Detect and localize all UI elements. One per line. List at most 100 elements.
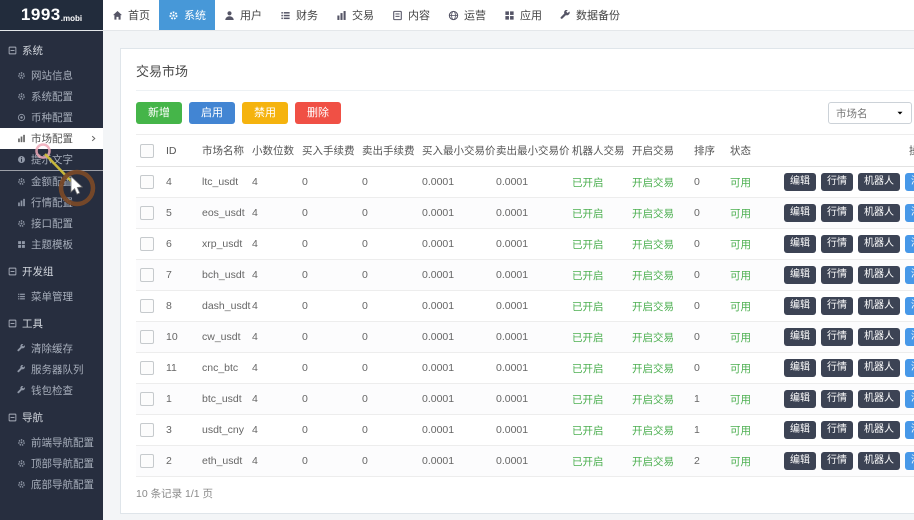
row-checkbox[interactable] (140, 206, 154, 220)
sidebar-item[interactable]: 底部导航配置 (0, 474, 103, 495)
row-actions: 编辑行情机器人清理订单 (784, 204, 914, 222)
row-checkbox[interactable] (140, 454, 154, 468)
logo[interactable]: 1993 .mobi (0, 0, 103, 30)
cell-buy-fee: 0 (298, 260, 358, 291)
checkbox-cell (136, 384, 162, 415)
edit-button[interactable]: 编辑 (784, 421, 816, 439)
row-checkbox[interactable] (140, 175, 154, 189)
sidebar-item[interactable]: 币种配置 (0, 107, 103, 128)
cell-trade: 开启交易 (628, 291, 690, 322)
edit-button[interactable]: 编辑 (784, 173, 816, 191)
logo-suffix: .mobi (61, 14, 82, 23)
enable-button[interactable]: 启用 (189, 102, 235, 124)
checkbox-cell (136, 446, 162, 477)
quote-button[interactable]: 行情 (821, 452, 853, 470)
robot-button[interactable]: 机器人 (858, 421, 900, 439)
clean-orders-button[interactable]: 清理订单 (905, 235, 914, 253)
clean-orders-button[interactable]: 清理订单 (905, 359, 914, 377)
robot-button[interactable]: 机器人 (858, 297, 900, 315)
quote-button[interactable]: 行情 (821, 173, 853, 191)
cell-name: eth_usdt (198, 446, 248, 477)
gear-icon (17, 438, 26, 447)
row-checkbox[interactable] (140, 299, 154, 313)
topnav-item-grid[interactable]: 应用 (495, 0, 551, 30)
edit-button[interactable]: 编辑 (784, 266, 816, 284)
sidebar-item[interactable]: 主题模板 (0, 234, 103, 255)
clean-orders-button[interactable]: 清理订单 (905, 297, 914, 315)
topnav-item-gear[interactable]: 系统 (159, 0, 215, 30)
clean-orders-button[interactable]: 清理订单 (905, 173, 914, 191)
row-checkbox[interactable] (140, 237, 154, 251)
topnav-item-user[interactable]: 用户 (215, 0, 271, 30)
sidebar-item[interactable]: 钱包检查 (0, 380, 103, 401)
delete-button[interactable]: 删除 (295, 102, 341, 124)
cell-trade: 开启交易 (628, 353, 690, 384)
clean-orders-button[interactable]: 清理订单 (905, 390, 914, 408)
quote-button[interactable]: 行情 (821, 421, 853, 439)
sidebar-item[interactable]: 清除缓存 (0, 338, 103, 359)
robot-button[interactable]: 机器人 (858, 452, 900, 470)
robot-button[interactable]: 机器人 (858, 235, 900, 253)
topnav-item-chart[interactable]: 交易 (327, 0, 383, 30)
robot-button[interactable]: 机器人 (858, 328, 900, 346)
sidebar-item[interactable]: 服务器队列 (0, 359, 103, 380)
quote-button[interactable]: 行情 (821, 266, 853, 284)
robot-button[interactable]: 机器人 (858, 204, 900, 222)
row-checkbox[interactable] (140, 423, 154, 437)
sidebar-item[interactable]: 金额配置 (0, 171, 103, 192)
row-checkbox[interactable] (140, 392, 154, 406)
table-row: 10cw_usdt4000.00010.0001已开启开启交易0可用编辑行情机器… (136, 322, 914, 353)
quote-button[interactable]: 行情 (821, 204, 853, 222)
quote-button[interactable]: 行情 (821, 297, 853, 315)
select-all-checkbox[interactable] (140, 144, 154, 158)
robot-button[interactable]: 机器人 (858, 390, 900, 408)
row-checkbox[interactable] (140, 361, 154, 375)
edit-button[interactable]: 编辑 (784, 359, 816, 377)
sidebar-section-title[interactable]: 导航 (0, 401, 103, 432)
sidebar-item[interactable]: 前端导航配置 (0, 432, 103, 453)
topnav-item-wrench[interactable]: 数据备份 (551, 0, 629, 30)
clean-orders-button[interactable]: 清理订单 (905, 452, 914, 470)
topnav-item-globe[interactable]: 运营 (439, 0, 495, 30)
topnav-item-list[interactable]: 财务 (271, 0, 327, 30)
quote-button[interactable]: 行情 (821, 390, 853, 408)
disable-button[interactable]: 禁用 (242, 102, 288, 124)
sidebar-item[interactable]: 网站信息 (0, 65, 103, 86)
sidebar-item[interactable]: 接口配置 (0, 213, 103, 234)
robot-button[interactable]: 机器人 (858, 359, 900, 377)
sidebar-item[interactable]: 顶部导航配置 (0, 453, 103, 474)
topnav-item-doc[interactable]: 内容 (383, 0, 439, 30)
clean-orders-button[interactable]: 清理订单 (905, 266, 914, 284)
row-checkbox[interactable] (140, 268, 154, 282)
sidebar-section-title[interactable]: 工具 (0, 307, 103, 338)
edit-button[interactable]: 编辑 (784, 328, 816, 346)
gear-icon (17, 92, 26, 101)
edit-button[interactable]: 编辑 (784, 204, 816, 222)
quote-button[interactable]: 行情 (821, 328, 853, 346)
sidebar-item[interactable]: 系统配置 (0, 86, 103, 107)
robot-button[interactable]: 机器人 (858, 173, 900, 191)
sidebar-item[interactable]: 行情配置 (0, 192, 103, 213)
robot-button[interactable]: 机器人 (858, 266, 900, 284)
sidebar-item[interactable]: 菜单管理 (0, 286, 103, 307)
market-name-select[interactable]: 市场名 (828, 102, 912, 124)
quote-button[interactable]: 行情 (821, 359, 853, 377)
cell-id: 11 (162, 353, 198, 384)
edit-button[interactable]: 编辑 (784, 390, 816, 408)
sidebar-item[interactable]: 提示文字 (0, 149, 103, 171)
table-row: 4ltc_usdt4000.00010.0001已开启开启交易0可用编辑行情机器… (136, 167, 914, 198)
clean-orders-button[interactable]: 清理订单 (905, 421, 914, 439)
row-checkbox[interactable] (140, 330, 154, 344)
checkbox-cell (136, 415, 162, 446)
edit-button[interactable]: 编辑 (784, 235, 816, 253)
add-button[interactable]: 新增 (136, 102, 182, 124)
sidebar-item[interactable]: 市场配置 (0, 128, 103, 149)
sidebar-section-title[interactable]: 开发组 (0, 255, 103, 286)
sidebar-section-title[interactable]: 系统 (0, 34, 103, 65)
quote-button[interactable]: 行情 (821, 235, 853, 253)
edit-button[interactable]: 编辑 (784, 452, 816, 470)
edit-button[interactable]: 编辑 (784, 297, 816, 315)
clean-orders-button[interactable]: 清理订单 (905, 328, 914, 346)
topnav-item-home[interactable]: 首页 (103, 0, 159, 30)
clean-orders-button[interactable]: 清理订单 (905, 204, 914, 222)
